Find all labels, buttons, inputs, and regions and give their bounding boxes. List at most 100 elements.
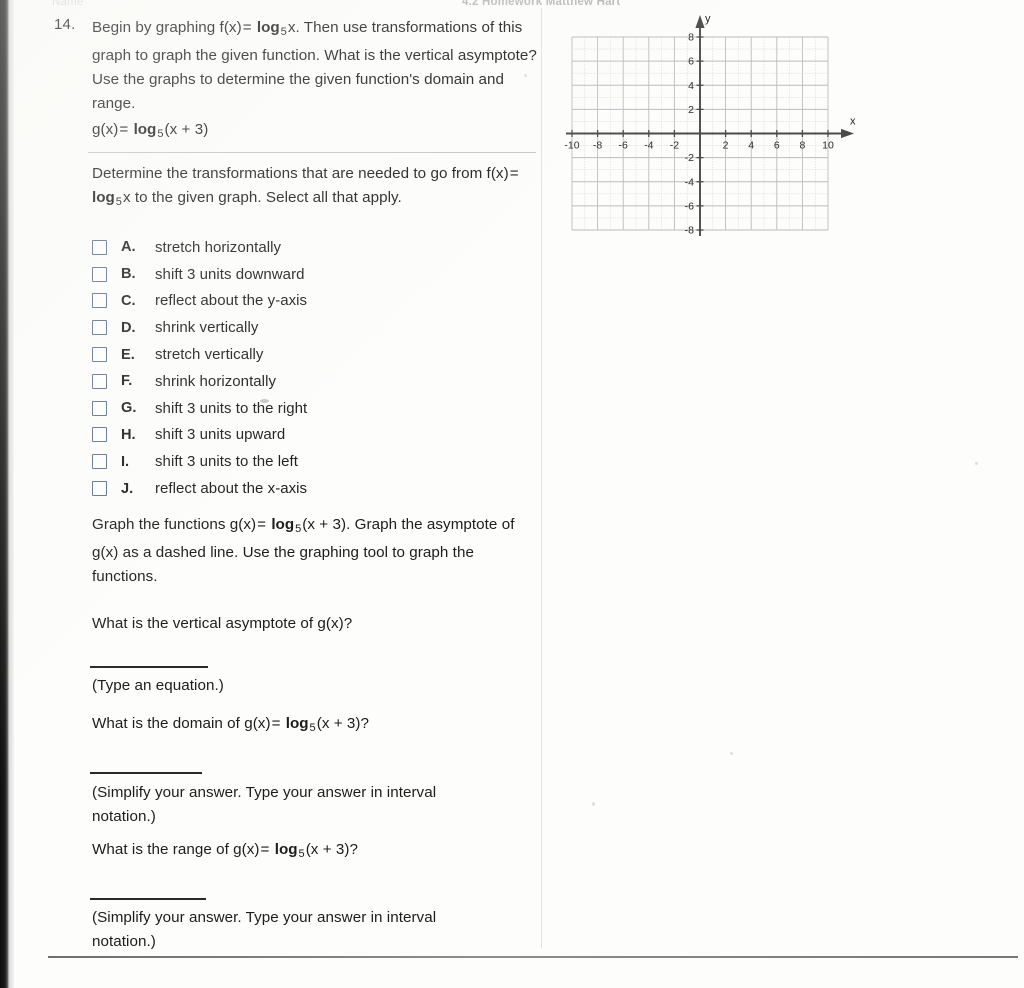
- y-tick-label: -6: [685, 200, 694, 212]
- x-tick-label: -8: [593, 140, 602, 152]
- checkbox-icon[interactable]: [92, 320, 107, 336]
- choice-label: stretch vertically: [155, 346, 264, 364]
- x-tick-label: -2: [670, 140, 679, 152]
- scan-speck: [975, 462, 978, 465]
- choice-label: shift 3 units downward: [155, 265, 305, 283]
- given-function: g(x)= log5(x + 3): [92, 118, 540, 146]
- range-log-symbol: log: [274, 841, 298, 858]
- choice-option-d[interactable]: D. shrink vertically: [92, 314, 432, 341]
- graph-instr-log-symbol: log: [271, 516, 295, 533]
- checkbox-icon[interactable]: [92, 454, 107, 470]
- choice-option-b[interactable]: B. shift 3 units downward: [92, 261, 432, 288]
- determine-log-base: 5: [115, 196, 122, 209]
- stem-equals: =: [242, 19, 252, 36]
- x-tick-label: 10: [822, 140, 834, 152]
- page-bottom-rule: [48, 956, 1018, 958]
- coordinate-graph[interactable]: x y -10 -8 -6 -4 -2 2 4 6 8 10 8 6 4 2 -2 -4 -6 -8: [556, 12, 856, 244]
- graph-instr-lead: Graph the functions g(x): [92, 516, 257, 533]
- x-tick-label: 8: [799, 140, 805, 152]
- checkbox-icon[interactable]: [92, 266, 107, 282]
- checkbox-icon[interactable]: [92, 373, 107, 389]
- given-function-equals: =: [119, 121, 129, 138]
- choice-letter: G.: [121, 400, 137, 417]
- given-function-name: g(x): [92, 121, 119, 138]
- y-tick-label: 4: [688, 80, 694, 92]
- y-axis-arrowhead: [695, 15, 705, 28]
- stem-log-symbol: log: [256, 19, 280, 36]
- choice-letter: D.: [121, 319, 136, 336]
- choice-option-h[interactable]: H. shift 3 units upward: [92, 422, 432, 449]
- choice-letter: F.: [121, 373, 133, 390]
- choice-label: stretch horizontally: [155, 238, 282, 256]
- given-function-log-symbol: log: [133, 121, 157, 138]
- checkbox-icon[interactable]: [92, 481, 107, 497]
- y-axis-label: y: [705, 13, 711, 25]
- graph-svg[interactable]: x y -10 -8 -6 -4 -2 2 4 6 8 10 8 6 4 2 -2 -4 -6 -8: [556, 12, 856, 244]
- answer-blank-range[interactable]: [90, 898, 206, 900]
- transformation-choice-list: A. stretch horizontally B. shift 3 units do…: [92, 234, 432, 502]
- checkbox-icon[interactable]: [92, 427, 107, 443]
- scan-speck: [592, 802, 595, 806]
- domain-log-symbol: log: [285, 715, 309, 732]
- choice-option-j[interactable]: J. reflect about the x-axis: [92, 475, 432, 502]
- answer-blank-domain[interactable]: [90, 772, 202, 774]
- range-lead: What is the range of g(x): [92, 841, 260, 858]
- x-tick-label: -10: [564, 140, 579, 152]
- graph-instr-argument: (x + 3): [302, 516, 347, 533]
- y-tick-label: -8: [685, 225, 694, 237]
- graph-instr-equals: =: [257, 516, 267, 533]
- question-column: 14. Begin by graphing f(x)= log5x. Then …: [0, 0, 541, 988]
- prompt-domain: What is the domain of g(x)= log5(x + 3)?: [92, 712, 540, 740]
- question-number: 14.: [54, 16, 76, 33]
- scan-speck: [524, 74, 527, 77]
- domain-log-base: 5: [309, 722, 316, 735]
- x-tick-label: 6: [774, 140, 780, 152]
- choice-label: reflect about the x-axis: [155, 480, 308, 498]
- x-axis-label: x: [850, 116, 856, 128]
- checkbox-icon[interactable]: [92, 239, 107, 255]
- determine-log-variable: x: [122, 189, 131, 206]
- choice-letter: C.: [121, 292, 136, 309]
- choice-option-f[interactable]: F. shrink horizontally: [92, 368, 432, 395]
- choice-letter: H.: [121, 426, 136, 443]
- section-divider-rule: [88, 152, 536, 153]
- instruction-graph-functions: Graph the functions g(x)= log5(x + 3). G…: [92, 513, 540, 589]
- x-tick-label: 2: [723, 140, 729, 152]
- choice-letter: I.: [121, 453, 130, 470]
- choice-option-a[interactable]: A. stretch horizontally: [92, 234, 432, 261]
- domain-equals: =: [271, 715, 281, 732]
- checkbox-icon[interactable]: [92, 293, 107, 309]
- choice-label: shift 3 units upward: [155, 426, 286, 444]
- scan-speck: [260, 399, 269, 403]
- prompt-vertical-asymptote: What is the vertical asymptote of g(x)?: [92, 615, 353, 632]
- range-argument: (x + 3)?: [305, 841, 359, 858]
- y-tick-label: 6: [688, 56, 694, 68]
- domain-lead: What is the domain of g(x): [92, 715, 271, 732]
- stem-text-part1: Begin by graphing f(x): [92, 19, 242, 36]
- range-log-base: 5: [298, 848, 305, 861]
- hint-simplify-interval-notation-domain: (Simplify your answer. Type your answer …: [92, 784, 437, 825]
- choice-letter: E.: [121, 346, 135, 363]
- choice-option-c[interactable]: C. reflect about the y-axis: [92, 288, 432, 315]
- stem-log-base: 5: [280, 26, 287, 39]
- determine-text-part2: to the given graph. Select all that appl…: [130, 189, 402, 206]
- choice-letter: A.: [121, 239, 136, 256]
- checkbox-icon[interactable]: [92, 347, 107, 363]
- y-tick-label: 2: [688, 104, 694, 116]
- scanned-homework-page: Name 4.2 Homework Matthew Hart 14. Begin…: [0, 0, 1024, 988]
- instruction-determine-transformations: Determine the transformations that are n…: [92, 162, 534, 214]
- choice-option-e[interactable]: E. stretch vertically: [92, 341, 432, 368]
- checkbox-icon[interactable]: [92, 400, 107, 416]
- choice-letter: B.: [121, 266, 136, 283]
- choice-label: shrink horizontally: [155, 372, 277, 390]
- determine-text-part1: Determine the transformations that are n…: [92, 165, 509, 182]
- given-function-argument: (x + 3): [164, 121, 209, 138]
- answer-blank-vertical-asymptote[interactable]: [90, 666, 208, 668]
- choice-label: reflect about the y-axis: [155, 292, 308, 310]
- prompt-range: What is the range of g(x)= log5(x + 3)?: [92, 838, 540, 866]
- choice-label: shift 3 units to the right: [155, 399, 308, 417]
- given-function-log-base: 5: [157, 128, 164, 141]
- choice-label: shrink vertically: [155, 319, 259, 337]
- y-tick-label: -4: [685, 176, 694, 188]
- choice-option-i[interactable]: I. shift 3 units to the left: [92, 448, 432, 475]
